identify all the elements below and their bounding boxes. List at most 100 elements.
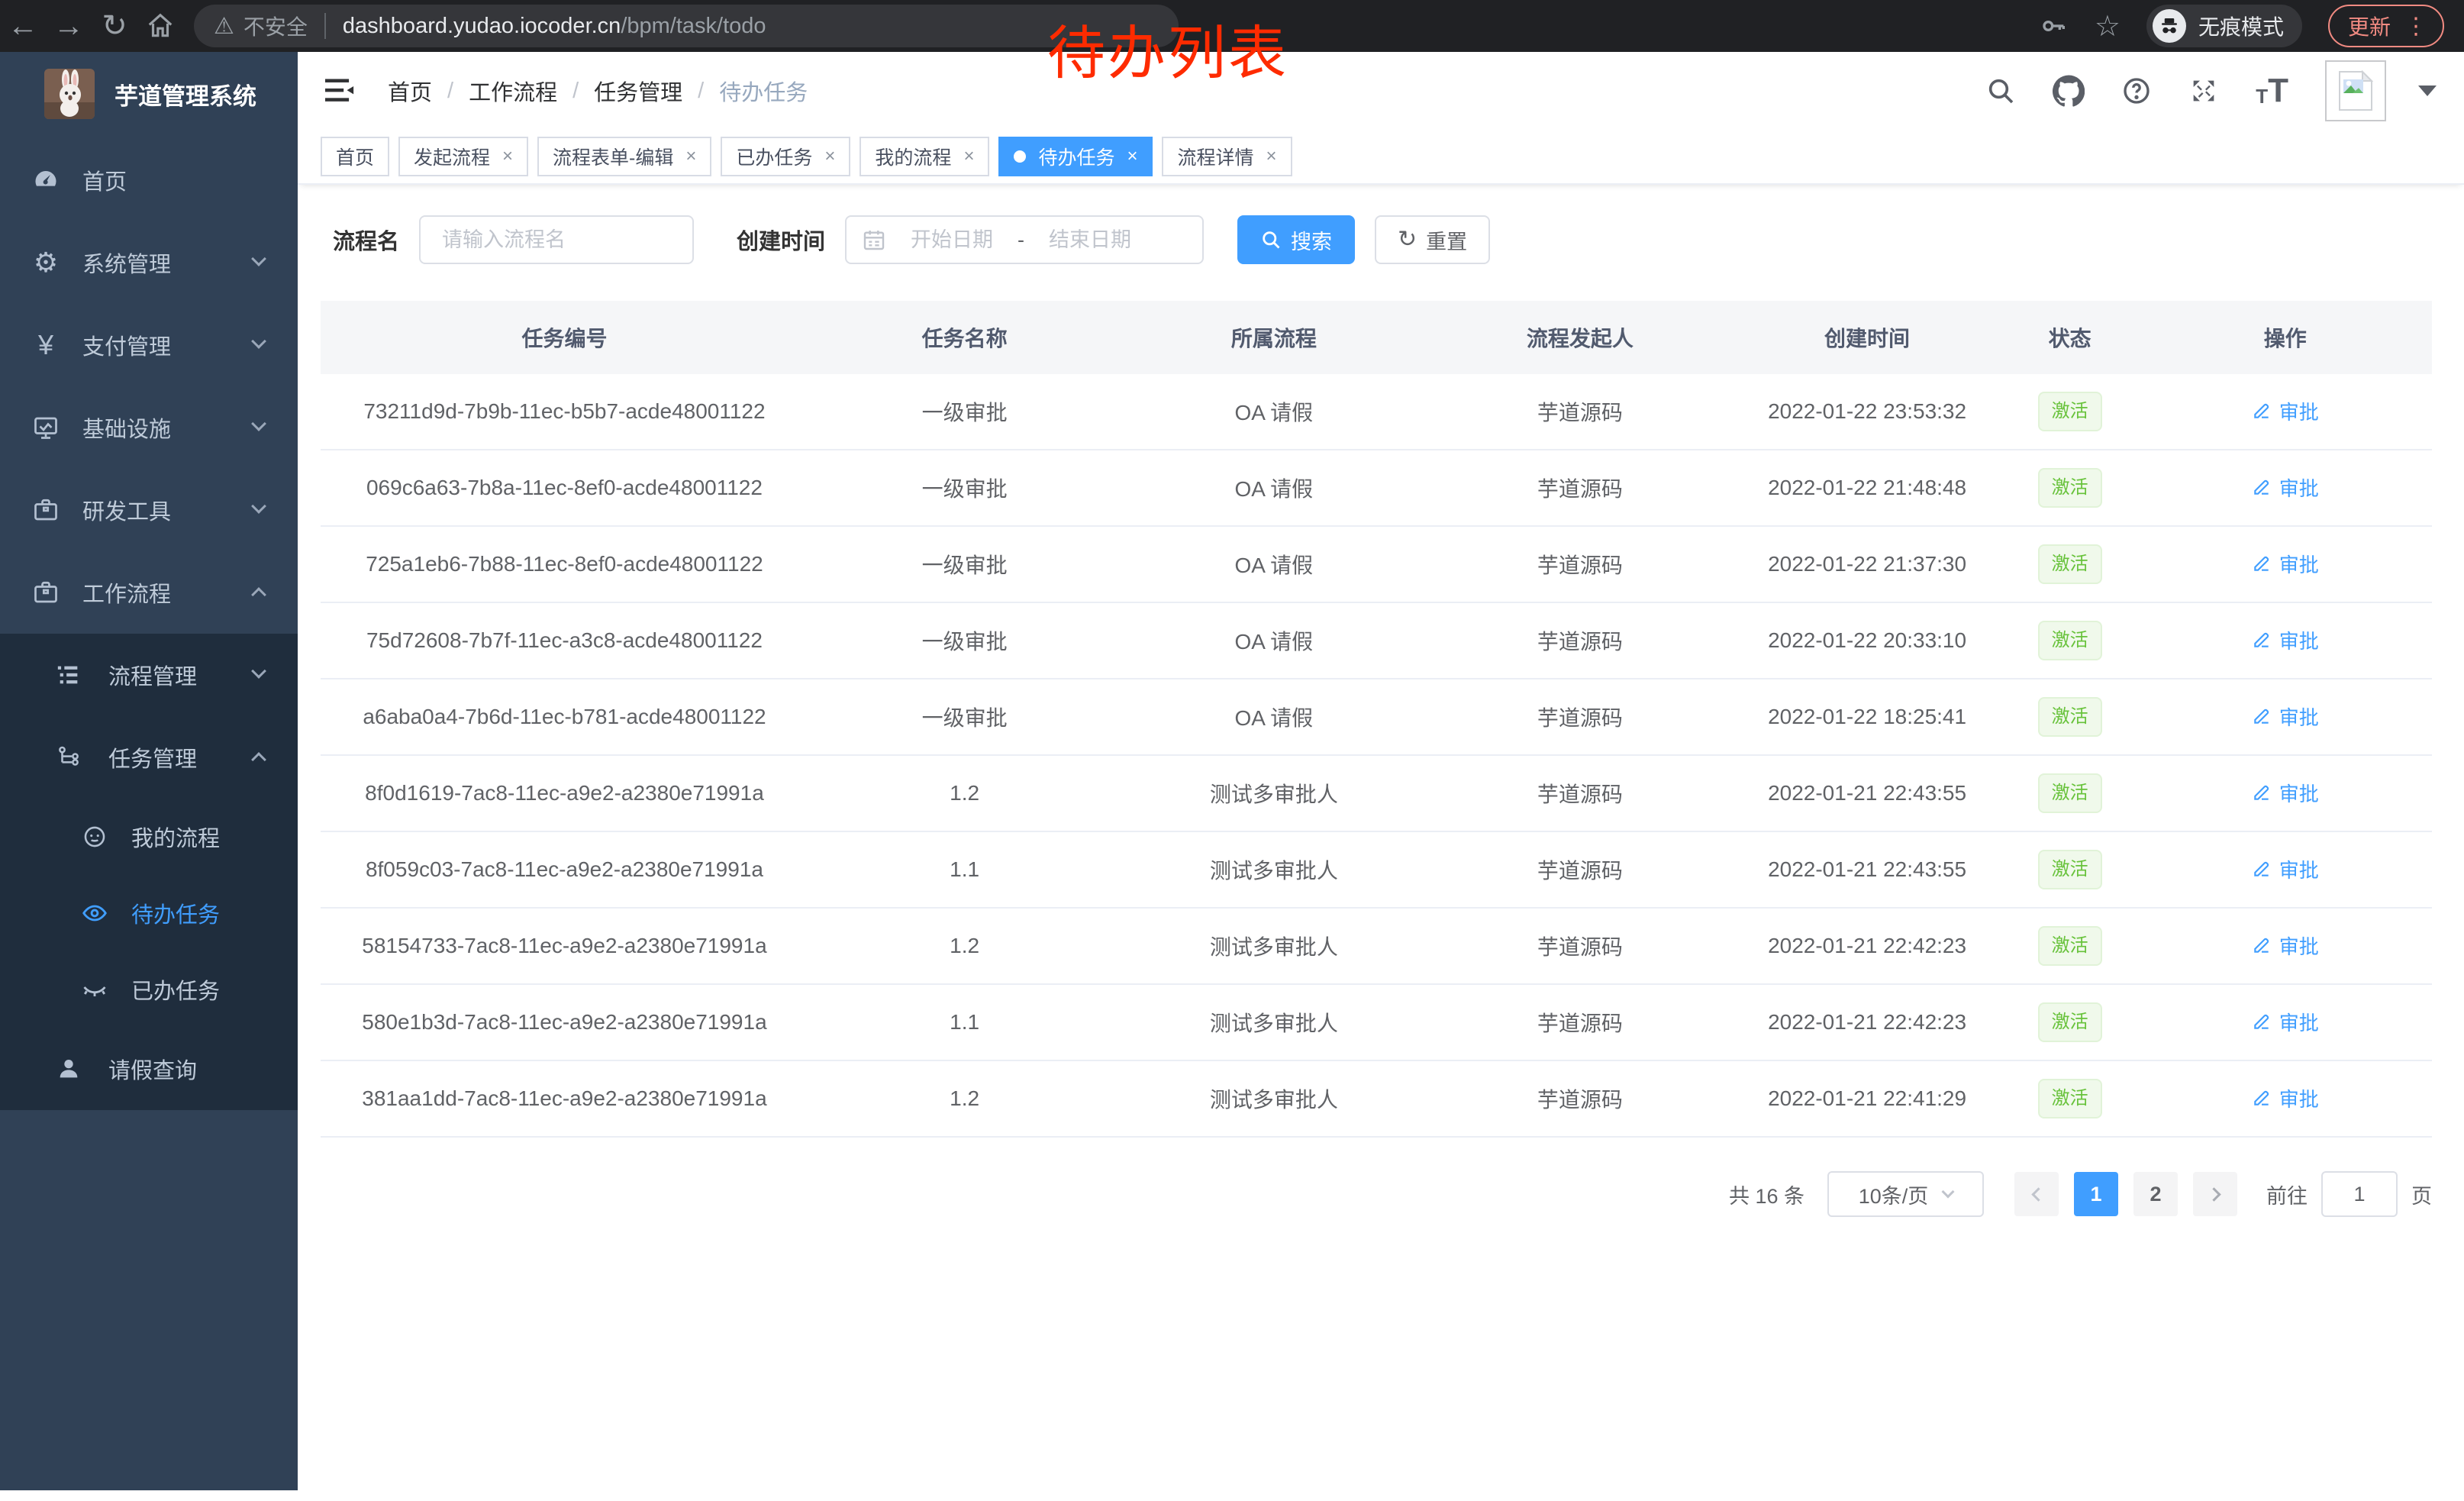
sidebar-item-workflow[interactable]: 工作流程 [0,551,298,634]
sidebar-item-label: 基础设施 [82,412,171,444]
tab-my-process[interactable]: 我的流程 × [859,137,989,176]
back-icon[interactable]: ← [0,0,46,52]
close-icon[interactable]: × [685,146,696,167]
breadcrumb-task-management[interactable]: 任务管理 [594,75,682,107]
close-icon[interactable]: × [502,146,513,167]
tab-home[interactable]: 首页 [321,137,389,176]
sidebar-item-label: 首页 [82,164,127,196]
status-badge: 激活 [2038,773,2102,814]
page-button-1[interactable]: 1 [2074,1172,2118,1216]
sidebar-item-home[interactable]: 首页 [0,139,298,221]
tab-process-detail[interactable]: 流程详情 × [1162,137,1292,176]
breadcrumb-workflow[interactable]: 工作流程 [469,75,557,107]
eye-icon [75,899,114,927]
sidebar-item-dev-tools[interactable]: 研发工具 [0,469,298,551]
sidebar-item-done-tasks[interactable]: 已办任务 [0,951,298,1028]
approve-link[interactable]: 审批 [2252,550,2319,578]
cell-starter: 芋道源码 [1427,396,1733,427]
reload-icon[interactable]: ↻ [92,0,137,52]
cell-create-time: 2022-01-22 23:53:32 [1733,399,2001,424]
next-page-button[interactable] [2193,1172,2237,1216]
sidebar-item-payment[interactable]: ¥ 支付管理 [0,304,298,386]
browser-menu-icon[interactable]: ⋮ [2404,13,2427,40]
sidebar-item-label: 系统管理 [82,247,171,279]
reset-button[interactable]: ↻ 重置 [1375,215,1490,264]
close-icon[interactable]: × [1127,146,1137,167]
home-icon[interactable] [137,11,183,40]
approve-link-label: 审批 [2279,931,2319,960]
goto-page-input[interactable] [2321,1171,2398,1217]
sidebar-item-leave-query[interactable]: 请假查询 [0,1028,298,1110]
tab-process-form-edit[interactable]: 流程表单-编辑 × [537,137,711,176]
refresh-icon: ↻ [1398,228,1417,251]
url-bar[interactable]: ⚠ 不安全 dashboard.yudao.iocoder.cn /bpm/ta… [194,5,1179,47]
cell-task-name: 1.2 [808,1086,1121,1111]
approve-link[interactable]: 审批 [2252,473,2319,502]
table-row: 58154733-7ac8-11ec-a9e2-a2380e71991a 1.2… [321,909,2432,985]
tab-done-tasks[interactable]: 已办任务 × [721,137,850,176]
sidebar-item-label: 已办任务 [131,973,220,1006]
font-size-icon[interactable]: TT [2256,76,2288,106]
status-badge: 激活 [2038,697,2102,738]
page-content: 流程名 创建时间 - 搜索 ↻ 重置 任务编号 [298,185,2464,1217]
approve-link[interactable]: 审批 [2252,397,2319,425]
approve-link[interactable]: 审批 [2252,1008,2319,1036]
end-date-input[interactable] [1029,228,1151,252]
cell-process: 测试多审批人 [1121,931,1427,961]
approve-link[interactable]: 审批 [2252,626,2319,654]
cell-process: OA 请假 [1121,702,1427,732]
prev-page-button[interactable] [2014,1172,2059,1216]
approve-link[interactable]: 审批 [2252,931,2319,960]
cell-starter: 芋道源码 [1427,1083,1733,1114]
approve-link[interactable]: 审批 [2252,779,2319,807]
sidebar-item-system[interactable]: ⚙ 系统管理 [0,221,298,304]
password-key-icon[interactable] [2038,11,2069,41]
approve-link[interactable]: 审批 [2252,1084,2319,1112]
reset-button-label: 重置 [1426,225,1467,255]
forward-icon[interactable]: → [46,0,92,52]
help-icon[interactable] [2121,76,2152,106]
cell-starter: 芋道源码 [1427,702,1733,732]
sidebar-item-process-management[interactable]: 流程管理 [0,634,298,716]
cell-process: OA 请假 [1121,473,1427,503]
cell-starter: 芋道源码 [1427,625,1733,656]
search-icon[interactable] [1985,76,2016,106]
sidebar-item-task-management[interactable]: 任务管理 [0,716,298,799]
tab-start-process[interactable]: 发起流程 × [398,137,528,176]
calendar-icon [862,228,886,252]
page-size-select[interactable]: 10条/页 [1827,1171,1984,1217]
status-badge: 激活 [2038,1079,2102,1119]
fullscreen-icon[interactable] [2188,76,2219,106]
table-row: 725a1eb6-7b88-11ec-8ef0-acde48001122 一级审… [321,527,2432,603]
cell-task-name: 一级审批 [808,702,1121,732]
sidebar-collapse-icon[interactable] [324,76,356,105]
browser-update-button[interactable]: 更新 ⋮ [2328,5,2444,47]
app-logo[interactable]: 芋道管理系统 [0,52,298,139]
date-range-picker[interactable]: - [845,215,1204,264]
start-date-input[interactable] [891,228,1013,252]
breadcrumb-home[interactable]: 首页 [388,75,432,107]
github-icon[interactable] [2053,75,2085,107]
approve-link[interactable]: 审批 [2252,702,2319,731]
close-icon[interactable]: × [963,146,974,167]
avatar-dropdown-caret[interactable] [2418,86,2437,96]
bookmark-star-icon[interactable]: ☆ [2095,9,2121,44]
tab-todo-tasks[interactable]: 待办任务 × [998,137,1153,176]
chevron-down-icon [251,251,266,266]
avatar[interactable] [2325,60,2386,121]
search-button[interactable]: 搜索 [1237,215,1355,264]
process-name-input[interactable] [419,215,694,264]
sidebar-item-todo-tasks[interactable]: 待办任务 [0,875,298,951]
approve-link[interactable]: 审批 [2252,855,2319,883]
cell-create-time: 2022-01-22 21:48:48 [1733,476,2001,500]
close-icon[interactable]: × [824,146,835,167]
not-secure-label[interactable]: 不安全 [243,11,308,41]
page-button-2[interactable]: 2 [2133,1172,2178,1216]
approve-link-label: 审批 [2279,779,2319,807]
approve-link-label: 审批 [2279,1008,2319,1036]
close-icon[interactable]: × [1266,146,1277,167]
table-row: a6aba0a4-7b6d-11ec-b781-acde48001122 一级审… [321,679,2432,756]
sidebar-item-my-process[interactable]: 我的流程 [0,799,298,875]
cell-process: 测试多审批人 [1121,854,1427,885]
sidebar-item-infrastructure[interactable]: 基础设施 [0,386,298,469]
